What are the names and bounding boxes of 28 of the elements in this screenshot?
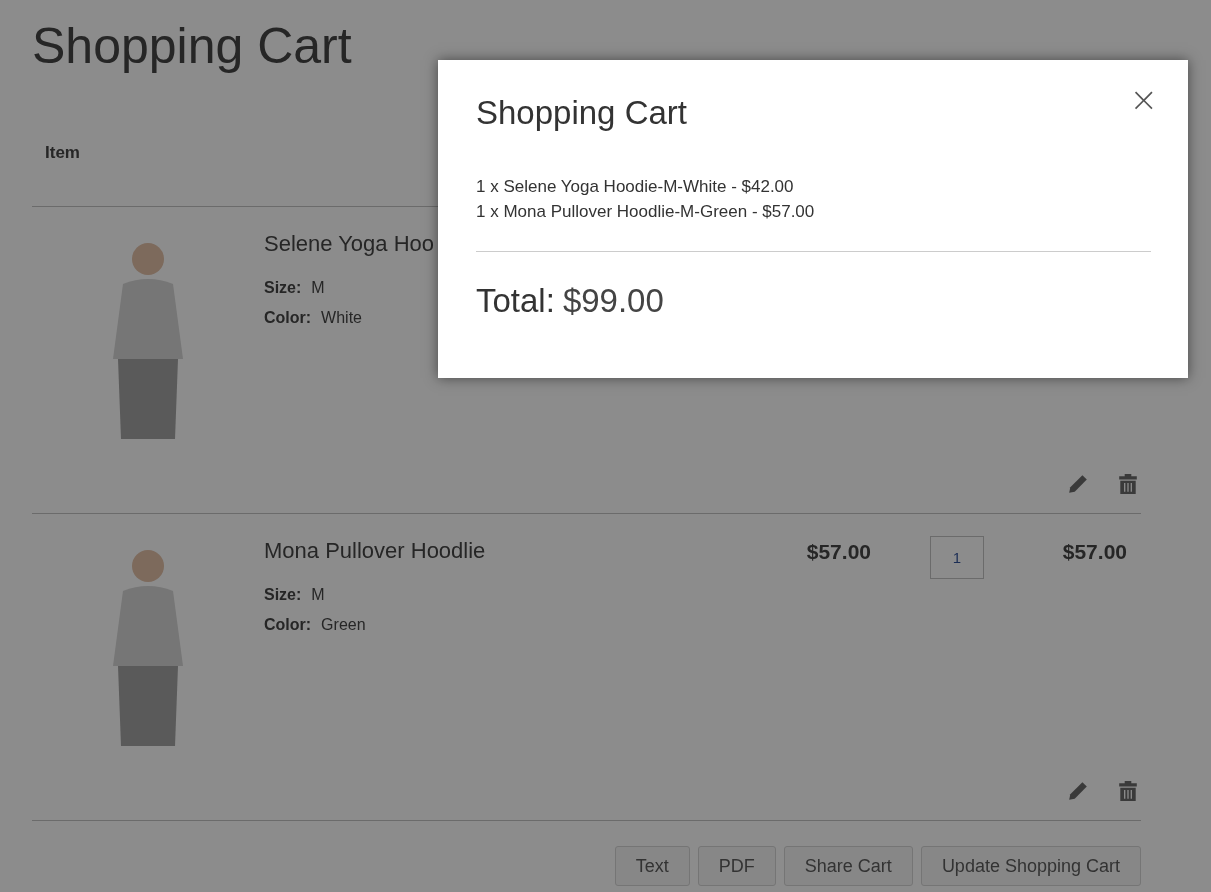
option-value: M <box>311 586 325 603</box>
option-label: Color: <box>264 309 312 326</box>
edit-icon[interactable] <box>1067 780 1089 802</box>
option-label: Size: <box>264 279 302 296</box>
option-label: Color: <box>264 616 312 633</box>
total-value: $99.00 <box>562 282 664 319</box>
modal-title: Shopping Cart <box>476 94 687 132</box>
page-title: Shopping Cart <box>32 17 353 76</box>
delete-icon[interactable] <box>1117 780 1139 802</box>
total-label: Total: <box>476 282 555 319</box>
cart-action-button[interactable]: Update Shopping Cart <box>920 846 1141 886</box>
product-name-link[interactable]: Mona Pullover Hoodlie <box>264 538 751 564</box>
subtotal-text: $57.00 <box>1062 540 1127 563</box>
column-header: Item <box>45 143 80 163</box>
cart-line-text: 1 x Mona Pullover Hoodlie-M-Green - $57.00 <box>476 201 816 223</box>
price-text: $57.00 <box>806 540 871 563</box>
close-button[interactable]: × <box>1125 78 1162 120</box>
option-value: White <box>321 309 362 326</box>
cart-action-button[interactable]: Text <box>614 846 690 886</box>
option-value: Green <box>321 616 366 633</box>
edit-icon[interactable] <box>1067 473 1089 495</box>
quantity-field[interactable]: 1 <box>930 536 984 579</box>
cart-action-button[interactable]: Share Cart <box>783 846 913 886</box>
option-label: Size: <box>264 586 302 603</box>
cart-line-text: 1 x Selene Yoga Hoodie-M-White - $42.00 <box>476 176 795 198</box>
option-value: M <box>311 279 325 296</box>
delete-icon[interactable] <box>1117 473 1139 495</box>
cart-action-button[interactable]: PDF <box>697 846 776 886</box>
